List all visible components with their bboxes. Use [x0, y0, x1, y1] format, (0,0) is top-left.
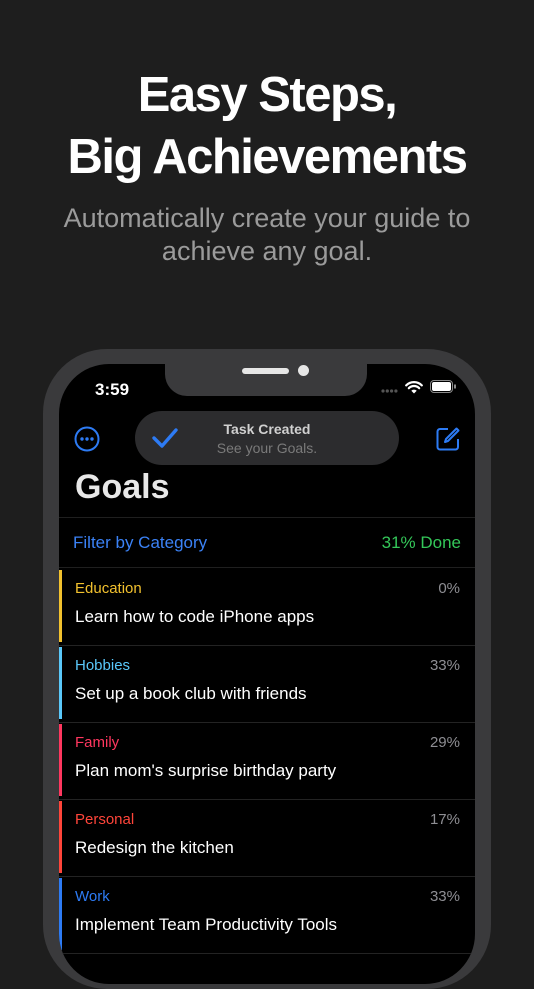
headline-line-1: Easy Steps,: [137, 68, 398, 122]
compose-button[interactable]: [435, 426, 461, 457]
page-title: Goals: [75, 468, 170, 506]
status-icons: [381, 380, 457, 399]
goal-task: Plan mom's surprise birthday party: [75, 761, 337, 780]
goal-task: Learn how to code iPhone apps: [75, 607, 315, 626]
marketing-headline: Easy Steps, Big Achievements: [0, 64, 534, 188]
toast-subtitle: See your Goals.: [216, 440, 318, 456]
toast-title: Task Created: [223, 421, 311, 437]
goal-row-work[interactable]: Work 33% Implement Team Productivity Too…: [59, 877, 475, 954]
headline-line-2: Big Achievements: [67, 130, 468, 184]
phone-screen: 3:59 Task Created See your Goals. Goals …: [59, 364, 475, 984]
subline-line-1: Automatically create your guide to: [63, 203, 471, 233]
filter-by-category-button[interactable]: Filter by Category: [73, 533, 207, 553]
subline-line-2: achieve any goal.: [161, 236, 373, 266]
category-color-bar: [59, 878, 62, 950]
category-color-bar: [59, 724, 62, 796]
wifi-icon: [405, 380, 423, 399]
speaker-grille: [242, 368, 289, 374]
goal-category: Education: [75, 580, 142, 597]
goal-category: Personal: [75, 811, 135, 828]
goal-row-family[interactable]: Family 29% Plan mom's surprise birthday …: [59, 723, 475, 800]
category-color-bar: [59, 570, 62, 642]
signal-icon: [381, 380, 398, 398]
goal-task: Implement Team Productivity Tools: [75, 915, 338, 934]
goal-percent: 0%: [438, 580, 460, 597]
marketing-subline: Automatically create your guide to achie…: [0, 202, 534, 268]
goal-percent: 17%: [429, 811, 460, 828]
goal-percent: 33%: [429, 657, 460, 674]
goal-row-hobbies[interactable]: Hobbies 33% Set up a book club with frie…: [59, 646, 475, 723]
more-button[interactable]: [74, 426, 100, 457]
compose-icon: [435, 427, 461, 456]
task-created-toast[interactable]: Task Created See your Goals.: [135, 411, 399, 465]
goal-row-personal[interactable]: Personal 17% Redesign the kitchen: [59, 800, 475, 877]
category-color-bar: [59, 801, 62, 873]
goal-percent: 29%: [429, 734, 460, 751]
goal-percent: 33%: [429, 888, 460, 905]
filter-bar: Filter by Category 31% Done: [59, 517, 475, 568]
battery-icon: [430, 380, 457, 398]
goal-row-education[interactable]: Education 0% Learn how to code iPhone ap…: [59, 569, 475, 646]
goal-task: Redesign the kitchen: [75, 838, 234, 857]
notch: [165, 364, 367, 396]
goal-category: Family: [75, 734, 120, 751]
category-color-bar: [59, 647, 62, 719]
goals-list: Education 0% Learn how to code iPhone ap…: [59, 569, 475, 954]
status-time: 3:59: [95, 380, 130, 399]
done-percentage: 31% Done: [381, 533, 461, 552]
goal-task: Set up a book club with friends: [75, 684, 307, 703]
goal-category: Work: [75, 888, 110, 905]
more-icon: [74, 426, 100, 456]
front-camera: [298, 365, 309, 376]
goal-category: Hobbies: [75, 657, 131, 674]
